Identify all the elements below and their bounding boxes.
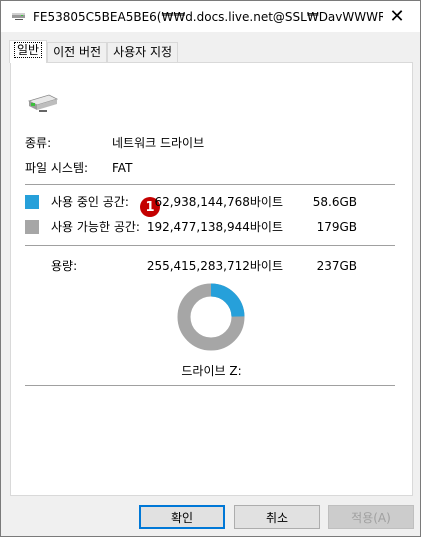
close-icon: ✕ xyxy=(389,6,405,27)
used-space-bytes: 62,938,144,768바이트 xyxy=(154,195,283,209)
usage-donut-chart xyxy=(177,283,245,351)
free-space-size: 179GB xyxy=(316,220,357,234)
filesystem-label: 파일 시스템: xyxy=(25,161,89,175)
tab-previous-versions[interactable]: 이전 버전 xyxy=(47,42,108,63)
properties-window: FE53805C5BEA5BE6(₩₩d.docs.live.net@SSL₩D… xyxy=(0,0,421,537)
separator xyxy=(25,245,395,246)
apply-button[interactable]: 적용(A) xyxy=(328,505,414,529)
separator xyxy=(25,385,395,386)
cancel-button[interactable]: 취소 xyxy=(234,505,320,529)
general-panel: 종류: 네트워크 드라이브 파일 시스템: FAT 사용 중인 공간: 1 62… xyxy=(10,62,413,496)
capacity-bytes: 255,415,283,712바이트 xyxy=(146,259,283,273)
free-space-bytes: 192,477,138,944바이트 xyxy=(146,220,283,234)
free-space-swatch xyxy=(25,220,39,234)
used-space-label: 사용 중인 공간: xyxy=(51,195,129,209)
capacity-size: 237GB xyxy=(316,259,357,273)
window-title: FE53805C5BEA5BE6(₩₩d.docs.live.net@SSL₩D… xyxy=(33,10,383,24)
used-space-swatch xyxy=(25,195,39,209)
tab-strip: 일반 이전 버전 사용자 지정 xyxy=(9,40,179,63)
capacity-label: 용량: xyxy=(51,259,78,273)
network-drive-icon xyxy=(27,94,59,112)
ok-button[interactable]: 확인 xyxy=(139,505,225,529)
title-bar: FE53805C5BEA5BE6(₩₩d.docs.live.net@SSL₩D… xyxy=(1,1,420,32)
tab-customize[interactable]: 사용자 지정 xyxy=(107,42,179,63)
type-value: 네트워크 드라이브 xyxy=(112,136,205,150)
separator xyxy=(25,184,395,185)
type-label: 종류: xyxy=(25,136,52,150)
filesystem-value: FAT xyxy=(112,161,133,175)
close-button[interactable]: ✕ xyxy=(374,1,420,32)
tab-general[interactable]: 일반 xyxy=(9,40,48,63)
used-space-size: 58.6GB xyxy=(312,195,357,209)
drive-label: 드라이브 Z: xyxy=(181,364,242,378)
network-drive-icon xyxy=(12,13,25,20)
free-space-label: 사용 가능한 공간: xyxy=(51,220,140,234)
